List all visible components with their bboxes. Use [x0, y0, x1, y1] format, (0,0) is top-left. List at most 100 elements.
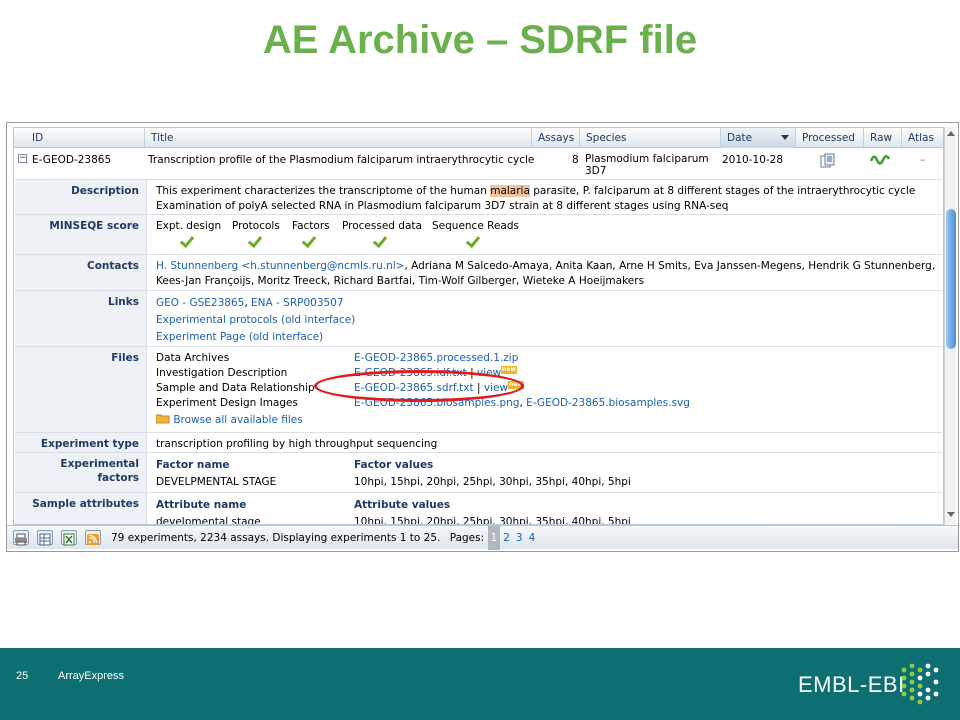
species-line-1: Plasmodium falciparum: [585, 153, 709, 165]
experiments-table: ID Title Assays Species Date Processed R…: [13, 127, 944, 525]
col-raw[interactable]: Raw: [864, 128, 902, 148]
experiment-row[interactable]: − E-GEOD-23865 Transcription profile of …: [14, 149, 943, 179]
contacts-row: Contacts H. Stunnenberg <h.stunnenberg@n…: [15, 254, 942, 290]
file-type-idf: Investigation Description: [156, 367, 288, 379]
files-label: Files: [15, 347, 147, 432]
experiment-date: 2010-10-28: [722, 154, 784, 166]
embl-ebi-logo-text: EMBL-EBI: [798, 672, 905, 697]
factors-table: Factor name Factor values DEVELPMENTAL S…: [156, 457, 756, 491]
results-summary: 79 experiments, 2234 assays. Displaying …: [111, 532, 441, 544]
experiment-page-link[interactable]: Experiment Page (old interface): [156, 329, 355, 346]
vertical-scrollbar[interactable]: [944, 127, 956, 525]
files-list: Data Archives E-GEOD-23865.processed.1.z…: [155, 351, 936, 435]
browser-screenshot: ID Title Assays Species Date Processed R…: [6, 122, 959, 552]
col-species[interactable]: Species: [580, 128, 721, 148]
col-id[interactable]: ID: [14, 128, 145, 148]
experiment-id[interactable]: E-GEOD-23865: [32, 154, 111, 166]
check-icon: [302, 235, 316, 247]
table-export-icon[interactable]: [37, 530, 53, 546]
col-date[interactable]: Date: [721, 128, 796, 148]
ena-link[interactable]: ENA - SRP003507: [251, 297, 344, 309]
attribute-name: develpmental stage: [156, 516, 261, 525]
minseqe-expt-design: Expt. design: [156, 220, 222, 232]
pagination: 79 experiments, 2234 assays. Displaying …: [111, 526, 538, 550]
scroll-up-icon[interactable]: [947, 131, 955, 136]
factors-label-1: Experimental: [60, 458, 139, 470]
search-highlight: malaria: [490, 185, 530, 197]
col-processed[interactable]: Processed: [796, 128, 864, 148]
excel-icon[interactable]: [61, 530, 77, 546]
description-pre: This experiment characterizes the transc…: [156, 185, 491, 197]
experiment-type-value: transcription profiling by high throughp…: [156, 438, 438, 450]
file-type-images: Experiment Design Images: [156, 397, 298, 409]
experiment-type-row: Experiment type transcription profiling …: [15, 432, 942, 452]
attribute-values: 10hpi, 15hpi, 20hpi, 25hpi, 30hpi, 35hpi…: [354, 516, 631, 525]
description-line-2: Examination of polyA selected RNA in Pla…: [156, 200, 729, 212]
attributes-table: Attribute name Attribute values develpme…: [156, 497, 756, 525]
sample-attributes-row: Sample attributes Attribute name Attribu…: [15, 492, 942, 525]
factor-name: DEVELPMENTAL STAGE: [156, 476, 277, 488]
experiment-details: Description This experiment characterize…: [15, 179, 942, 525]
attribute-values-header: Attribute values: [354, 499, 451, 511]
new-badge: new: [501, 366, 518, 374]
contacts-rest: , Adriana M Salcedo-Amaya, Anita Kaan, A…: [404, 260, 936, 272]
factors-label-2: factors: [97, 472, 139, 484]
page-2[interactable]: 2: [500, 526, 513, 550]
minseqe-protocols: Protocols: [232, 220, 280, 232]
minseqe-sequence-reads: Sequence Reads: [432, 220, 519, 232]
file-link-archive[interactable]: E-GEOD-23865.processed.1.zip: [354, 351, 518, 366]
table-footer: 79 experiments, 2234 assays. Displaying …: [7, 525, 958, 550]
attribute-name-header: Attribute name: [156, 499, 247, 511]
rss-icon[interactable]: [85, 530, 101, 545]
file-type-archives: Data Archives: [156, 352, 230, 364]
contact-email-link[interactable]: H. Stunnenberg <h.stunnenberg@ncmls.ru.n…: [156, 260, 404, 272]
folder-icon: [155, 414, 170, 424]
scroll-thumb[interactable]: [946, 209, 956, 349]
scroll-down-icon[interactable]: [947, 512, 955, 517]
experiment-assays: 8: [572, 154, 579, 166]
col-title[interactable]: Title: [145, 128, 532, 148]
processed-data-icon[interactable]: [820, 153, 836, 171]
collapse-toggle-icon[interactable]: −: [18, 154, 27, 163]
slide-number: 25: [16, 670, 29, 682]
page-4[interactable]: 4: [526, 526, 539, 550]
atlas-value: –: [920, 154, 926, 166]
species-line-2: 3D7: [585, 165, 607, 177]
protocols-link[interactable]: Experimental protocols (old interface): [156, 312, 355, 329]
file-type-sdrf: Sample and Data Relationship: [156, 382, 315, 394]
factor-name-header: Factor name: [156, 459, 230, 471]
minseqe-scores: Expt. design Protocols Factors Processed…: [156, 219, 536, 253]
description-row: Description This experiment characterize…: [15, 179, 942, 214]
page-1[interactable]: 1: [487, 526, 501, 550]
links-label: Links: [15, 291, 147, 346]
col-atlas[interactable]: Atlas: [902, 128, 943, 148]
check-icon: [466, 235, 480, 247]
minseqe-label: MINSEQE score: [15, 215, 147, 254]
minseqe-row: MINSEQE score Expt. design Protocols Fac…: [15, 214, 942, 254]
contacts-line-2: Kees-Jan Françoijs, Moritz Treeck, Richa…: [156, 275, 645, 287]
check-icon: [180, 235, 194, 247]
col-date-label: Date: [727, 132, 753, 144]
minseqe-processed: Processed data: [342, 220, 422, 232]
experiment-title: Transcription profile of the Plasmodium …: [148, 154, 535, 166]
geo-link[interactable]: GEO - GSE23865: [156, 297, 244, 309]
sort-desc-icon: [781, 135, 789, 140]
experiment-type-label: Experiment type: [15, 433, 147, 452]
page-3[interactable]: 3: [513, 526, 526, 550]
highlight-oval: [314, 370, 524, 402]
browse-files[interactable]: Browse all available files: [155, 413, 303, 428]
contacts-label: Contacts: [15, 255, 147, 290]
raw-data-icon[interactable]: [869, 152, 891, 170]
browse-files-link[interactable]: Browse all available files: [173, 414, 302, 426]
minseqe-factors: Factors: [292, 220, 330, 232]
pages-label: Pages:: [449, 532, 485, 544]
file-link-svg[interactable]: E-GEOD-23865.biosamples.svg: [526, 397, 690, 409]
factor-values: 10hpi, 15hpi, 20hpi, 25hpi, 30hpi, 35hpi…: [354, 476, 631, 488]
description-post: parasite, P. falciparum at 8 different s…: [529, 185, 916, 197]
experiment-species: Plasmodium falciparum 3D7: [585, 153, 709, 177]
description-label: Description: [15, 180, 147, 214]
check-icon: [373, 235, 387, 247]
print-icon[interactable]: [13, 530, 29, 546]
col-assays[interactable]: Assays: [532, 128, 580, 148]
sample-attributes-label: Sample attributes: [15, 493, 147, 524]
